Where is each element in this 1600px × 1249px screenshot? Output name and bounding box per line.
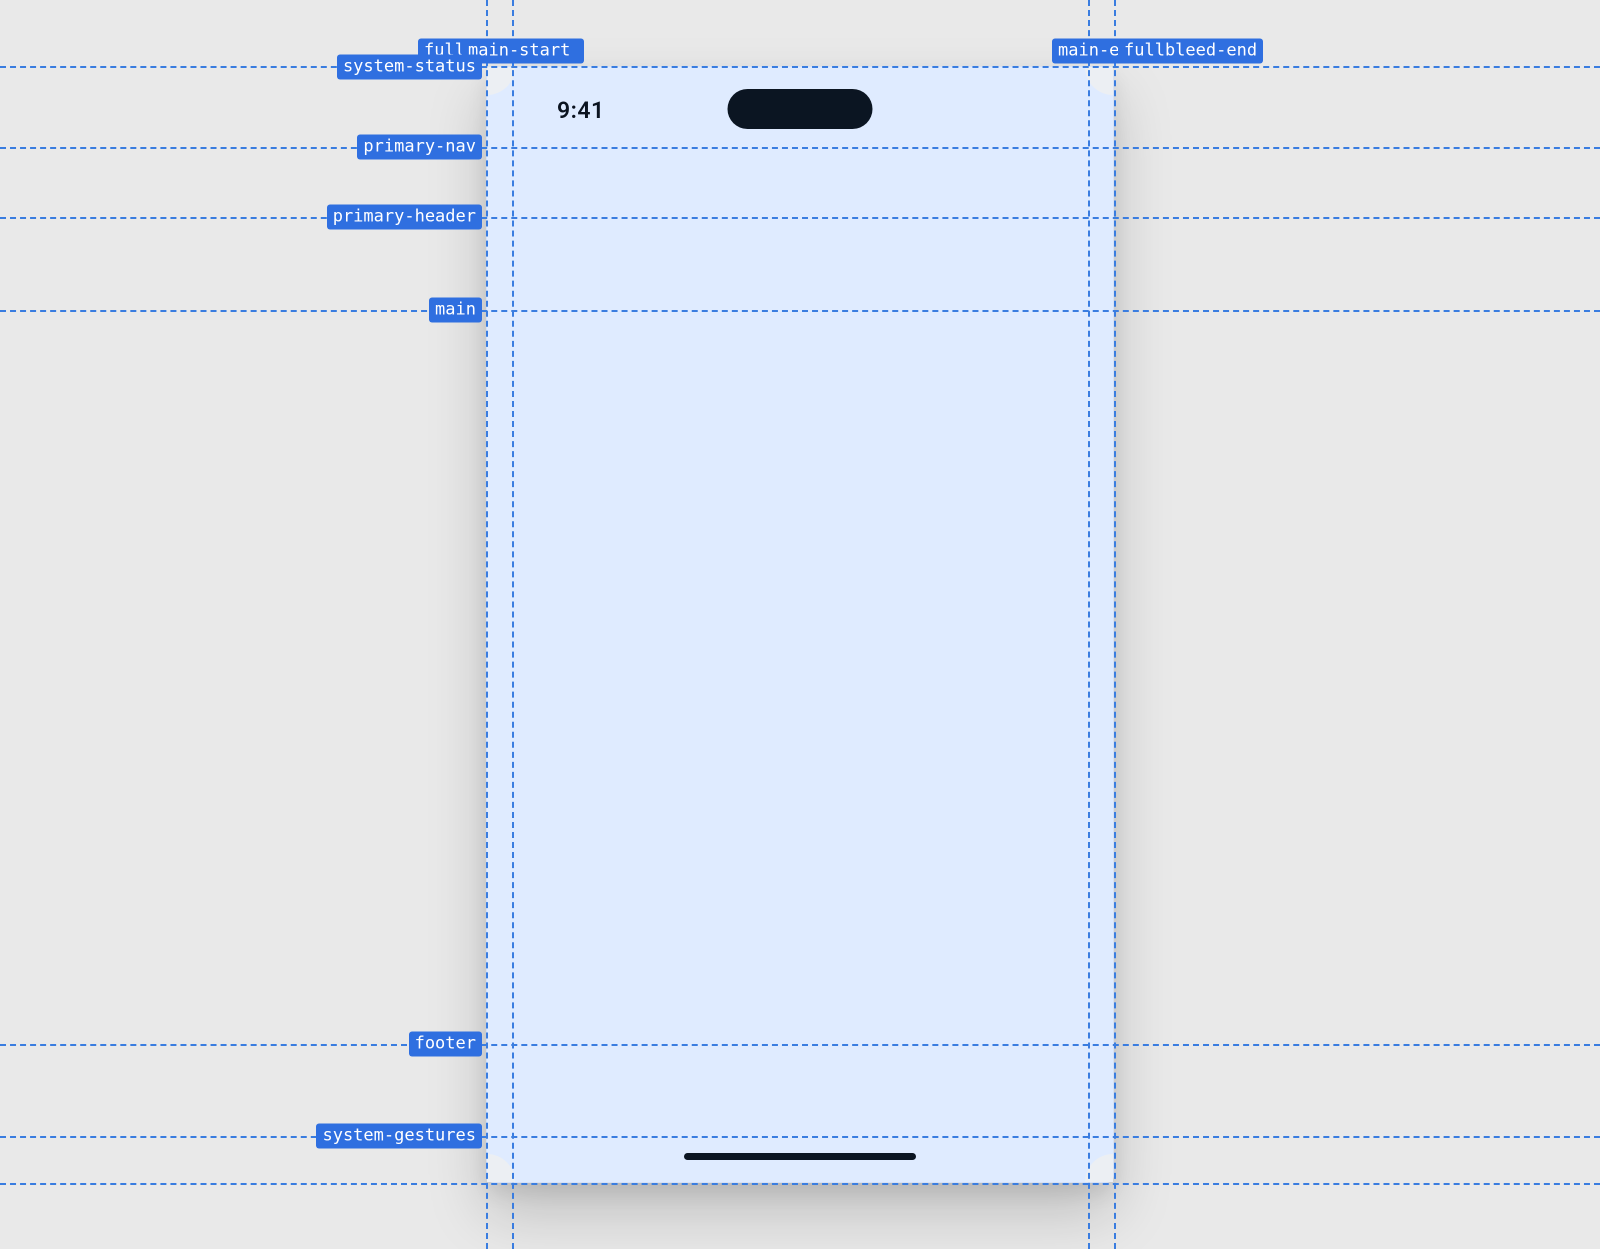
corner-notch (1085, 67, 1113, 95)
label-primary-header: primary-header (327, 205, 482, 230)
corner-notch (1085, 1154, 1113, 1182)
label-fullbleed-end: fullbleed-end (1118, 39, 1263, 64)
guide-fullbleed-end (1114, 0, 1116, 1249)
guide-bottom (0, 1183, 1600, 1185)
dynamic-island (728, 89, 873, 129)
label-footer: footer (409, 1032, 482, 1057)
label-primary-nav: primary-nav (357, 135, 482, 160)
phone-frame: 9:41 (486, 66, 1114, 1183)
label-system-status: system-status (337, 55, 482, 80)
label-system-gestures: system-gestures (316, 1124, 482, 1149)
status-time: 9:41 (557, 97, 605, 124)
corner-notch (487, 1154, 515, 1182)
home-indicator (684, 1153, 916, 1160)
corner-notch (487, 67, 515, 95)
label-main: main (429, 298, 482, 323)
